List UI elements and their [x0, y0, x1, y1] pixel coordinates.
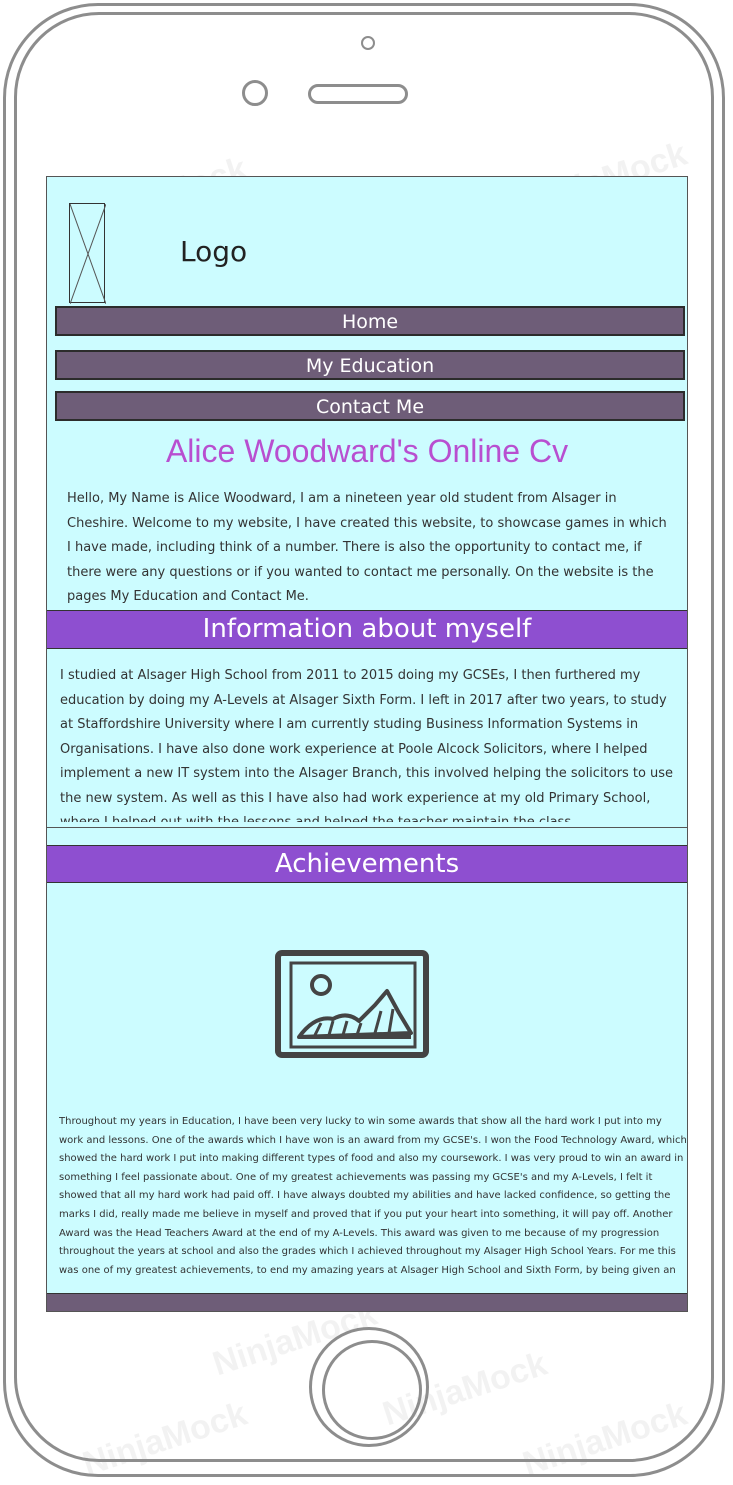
phone-home-button[interactable] [309, 1327, 429, 1447]
divider [47, 827, 687, 828]
phone-screen: Logo Home My Education Contact Me Alice … [46, 176, 688, 1312]
achievements-section-text: Throughout my years in Education, I have… [59, 1116, 687, 1276]
achievements-section-heading: Achievements [47, 845, 687, 883]
speaker-icon [308, 84, 408, 104]
logo-image-placeholder [69, 203, 106, 304]
sensor-icon [242, 80, 268, 106]
page-title: Alice Woodward's Online Cv [165, 433, 569, 469]
camera-icon [361, 36, 375, 50]
info-section-heading: Information about myself [47, 610, 687, 649]
logo-text: Logo [180, 235, 248, 268]
nav-my-education-button[interactable]: My Education [55, 350, 685, 380]
nav-home-button[interactable]: Home [55, 306, 685, 336]
footer-bar [47, 1293, 687, 1311]
intro-text: Hello, My Name is Alice Woodward, I am a… [67, 491, 667, 604]
image-placeholder-icon [275, 949, 431, 1065]
nav-contact-me-button[interactable]: Contact Me [55, 391, 685, 421]
info-section-text: I studied at Alsager High School from 20… [60, 668, 674, 822]
